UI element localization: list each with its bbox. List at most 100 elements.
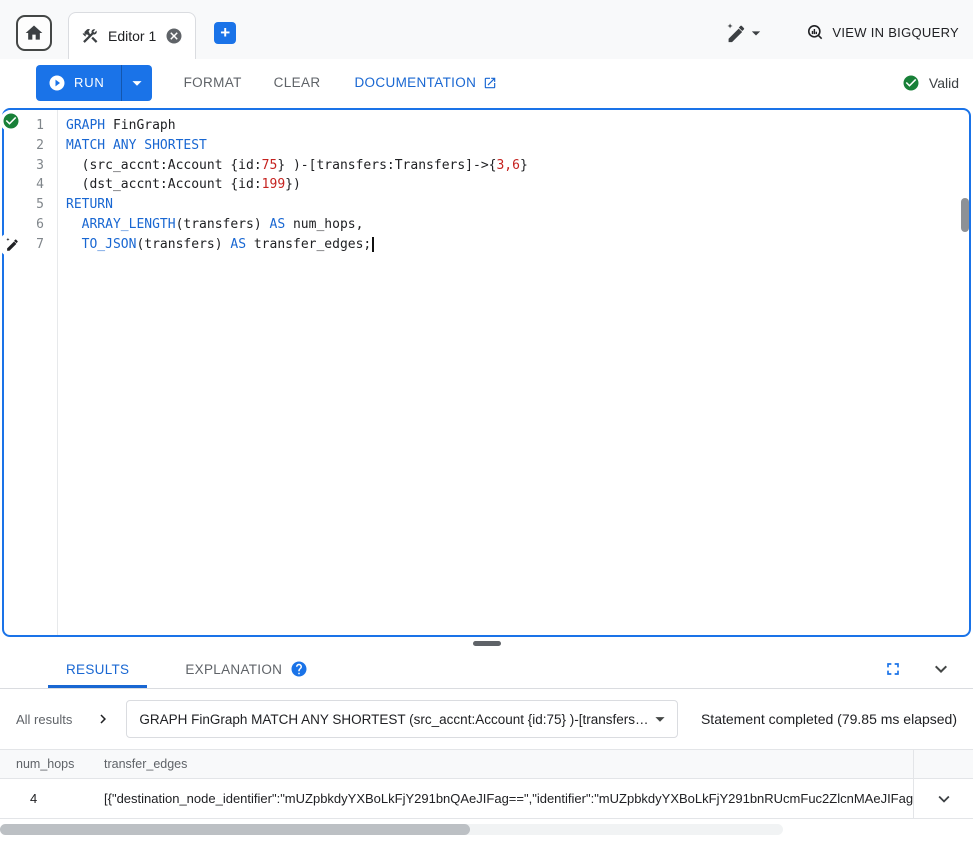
code-token xyxy=(66,237,82,252)
drag-handle[interactable] xyxy=(473,641,501,646)
tab-editor-label: Editor 1 xyxy=(108,28,156,44)
editor-tab-strip: Editor 1 + VIEW IN BIGQUERY xyxy=(0,0,973,59)
code-token: 3,6 xyxy=(496,158,519,173)
code-token: FinGraph xyxy=(105,118,175,133)
code-token: } )-[transfers:Transfers]->{ xyxy=(277,158,496,173)
home-button[interactable] xyxy=(16,15,52,51)
cell-transfer-edges: [{"destination_node_identifier":"mUZpbkd… xyxy=(104,791,913,806)
query-selector-dropdown[interactable]: GRAPH FinGraph MATCH ANY SHORTEST (src_a… xyxy=(126,700,678,738)
valid-label: Valid xyxy=(929,75,959,91)
cell-num-hops: 4 xyxy=(0,791,104,806)
run-button-group: RUN xyxy=(36,65,152,101)
add-tab-button[interactable]: + xyxy=(214,22,236,44)
tab-explanation[interactable]: EXPLANATION xyxy=(167,650,326,688)
horizontal-scrollbar-thumb[interactable] xyxy=(0,824,470,835)
code-token: GRAPH xyxy=(66,118,105,133)
sql-generation-caret-icon xyxy=(746,23,766,43)
code-token: 199 xyxy=(262,177,285,192)
clear-button[interactable]: CLEAR xyxy=(274,75,321,90)
line-number: 6 xyxy=(4,215,44,235)
fullscreen-button[interactable] xyxy=(883,659,903,679)
column-header-num-hops: num_hops xyxy=(0,757,104,771)
code-line: GRAPH FinGraph xyxy=(66,116,969,136)
play-circle-icon xyxy=(48,74,66,92)
results-table-header: num_hops transfer_edges xyxy=(0,749,973,779)
horizontal-scrollbar-track[interactable] xyxy=(0,824,783,835)
code-token: (src_accnt:Account {id: xyxy=(66,158,262,173)
code-token: num_hops, xyxy=(285,217,363,232)
code-line: (dst_accnt:Account {id:199}) xyxy=(66,175,969,195)
plus-icon: + xyxy=(220,24,230,41)
expand-row-icon[interactable] xyxy=(933,788,955,810)
code-token: (transfers) xyxy=(136,237,230,252)
code-line: TO_JSON(transfers) AS transfer_edges; xyxy=(66,235,969,255)
tab-editor-1[interactable]: Editor 1 xyxy=(68,12,196,59)
line-number-gutter: 1 2 3 4 5 6 7 xyxy=(4,110,58,635)
results-tab-label: RESULTS xyxy=(66,662,129,677)
row-actions-cell xyxy=(913,779,973,818)
dropdown-caret-icon xyxy=(649,708,671,730)
table-row: 4 [{"destination_node_identifier":"mUZpb… xyxy=(0,779,973,819)
code-line: RETURN xyxy=(66,195,969,215)
explanation-tab-label: EXPLANATION xyxy=(185,662,282,677)
code-token: } xyxy=(520,158,528,173)
code-token: transfer_edges; xyxy=(246,237,371,252)
code-token: (dst_accnt:Account {id: xyxy=(66,177,262,192)
editor-scroll-area: 1 2 3 4 5 6 7 GRAPH FinGraph MATCH ANY S… xyxy=(4,110,969,635)
code-token: }) xyxy=(285,177,301,192)
help-icon[interactable] xyxy=(290,660,308,678)
code-token: 75 xyxy=(262,158,278,173)
bigquery-icon xyxy=(806,23,825,42)
code-line: MATCH ANY SHORTEST xyxy=(66,136,969,156)
line-number: 4 xyxy=(4,175,44,195)
code-token: AS xyxy=(270,217,286,232)
panel-splitter xyxy=(0,637,973,650)
documentation-link[interactable]: DOCUMENTATION xyxy=(354,75,497,90)
line-number: 3 xyxy=(4,156,44,176)
home-icon xyxy=(24,23,44,43)
run-caret-icon xyxy=(126,72,148,94)
statement-status: Statement completed (79.85 ms elapsed) xyxy=(701,711,957,727)
fullscreen-icon xyxy=(883,659,903,679)
tab-strip-right: VIEW IN BIGQUERY xyxy=(724,22,959,44)
tab-results[interactable]: RESULTS xyxy=(48,650,147,688)
query-selector-value: GRAPH FinGraph MATCH ANY SHORTEST (src_a… xyxy=(139,712,649,727)
run-options-button[interactable] xyxy=(122,65,152,101)
magic-pen-icon xyxy=(724,22,746,44)
line-number: 2 xyxy=(4,136,44,156)
code-line: ARRAY_LENGTH(transfers) AS num_hops, xyxy=(66,215,969,235)
ai-edit-pen-icon[interactable] xyxy=(1,234,22,255)
close-tab-icon[interactable] xyxy=(165,27,183,45)
line-number: 5 xyxy=(4,195,44,215)
column-header-transfer-edges: transfer_edges xyxy=(104,757,913,771)
editor-vertical-scrollbar-thumb[interactable] xyxy=(961,198,969,232)
chevron-right-icon[interactable] xyxy=(94,710,112,728)
results-tab-bar: RESULTS EXPLANATION xyxy=(0,650,973,689)
code-token: AS xyxy=(230,237,246,252)
chevron-down-icon xyxy=(929,657,953,681)
code-area[interactable]: GRAPH FinGraph MATCH ANY SHORTEST (src_a… xyxy=(58,110,969,635)
code-token: RETURN xyxy=(66,197,113,212)
code-token: MATCH ANY SHORTEST xyxy=(66,138,207,153)
code-token: TO_JSON xyxy=(82,237,137,252)
code-token: (transfers) xyxy=(176,217,270,232)
run-button[interactable]: RUN xyxy=(36,65,121,101)
check-circle-icon xyxy=(902,74,920,92)
view-in-bigquery-button[interactable]: VIEW IN BIGQUERY xyxy=(806,23,959,42)
code-line: (src_accnt:Account {id:75} )-[transfers:… xyxy=(66,156,969,176)
sql-generation-button[interactable] xyxy=(724,22,766,44)
text-cursor xyxy=(372,237,374,252)
collapse-results-button[interactable] xyxy=(929,657,953,681)
query-valid-status: Valid xyxy=(902,74,959,92)
code-token: ARRAY_LENGTH xyxy=(82,217,176,232)
external-link-icon xyxy=(483,76,497,90)
results-tab-actions xyxy=(883,650,973,688)
construction-icon xyxy=(81,27,99,45)
format-button[interactable]: FORMAT xyxy=(184,75,242,90)
sql-editor: 1 2 3 4 5 6 7 GRAPH FinGraph MATCH ANY S… xyxy=(2,108,971,637)
query-valid-gutter-icon xyxy=(2,112,20,130)
code-token xyxy=(66,217,82,232)
documentation-label: DOCUMENTATION xyxy=(354,75,476,90)
all-results-label: All results xyxy=(16,712,72,727)
view-in-bigquery-label: VIEW IN BIGQUERY xyxy=(832,25,959,40)
